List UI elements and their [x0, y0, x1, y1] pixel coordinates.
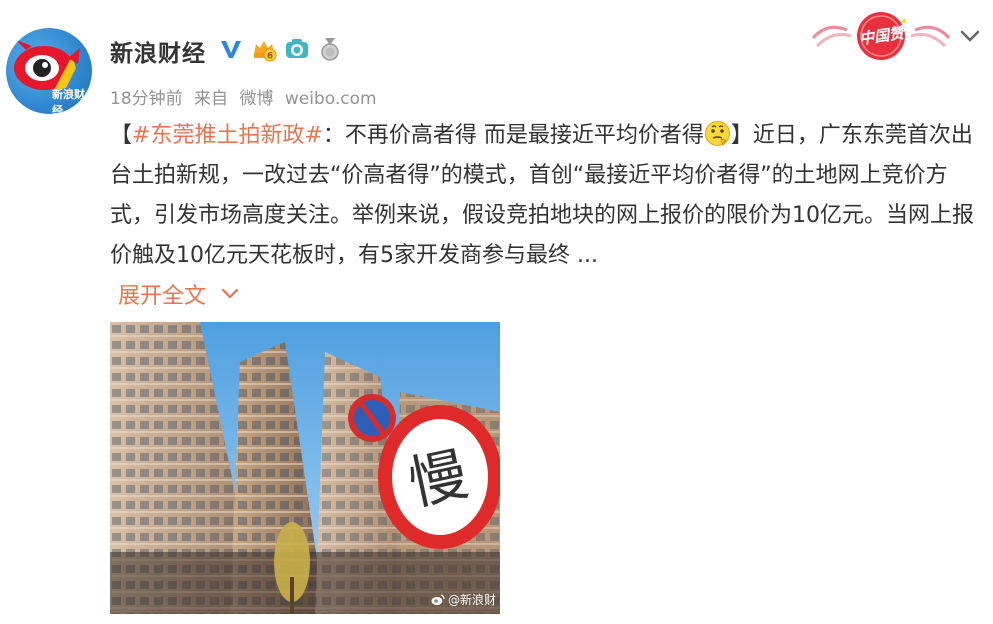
bracket-close: 】	[730, 123, 753, 148]
chevron-down-icon[interactable]	[957, 23, 983, 49]
topic-hashtag-link[interactable]: #东莞推土拍新政#	[132, 123, 323, 148]
weibo-logo-icon	[431, 593, 445, 605]
user-badges: 6	[218, 36, 343, 62]
source-app[interactable]: 微博	[239, 89, 273, 109]
post-time[interactable]: 18分钟前	[110, 89, 183, 109]
post-top-right: 中国赞	[807, 8, 983, 64]
post-content: 【#东莞推土拍新政#：不再价高者得 而是最接近平均价者得 】近日，广东东莞首次出…	[110, 116, 986, 276]
camera-icon[interactable]	[284, 36, 310, 62]
post-headline: ：不再价高者得 而是最接近平均价者得	[322, 123, 704, 148]
medal-icon[interactable]	[317, 36, 343, 62]
campaign-badge[interactable]: 中国赞	[807, 8, 955, 64]
post-image[interactable]: 慢 @新浪财	[110, 322, 500, 614]
thinking-emoji-icon	[704, 121, 730, 146]
svg-text:6: 6	[267, 52, 273, 62]
watermark-text: @新浪财	[447, 593, 496, 607]
username[interactable]: 新浪财经	[110, 34, 206, 68]
verified-v-icon[interactable]	[218, 36, 244, 62]
avatar[interactable]: 新浪财经	[6, 28, 92, 114]
level-6-icon[interactable]: 6	[251, 36, 277, 62]
source-site[interactable]: weibo.com	[285, 89, 377, 109]
expand-chevron-down-icon	[221, 288, 239, 299]
image-watermark: @新浪财	[431, 591, 496, 608]
bracket-open: 【	[110, 123, 133, 148]
avatar-brand-text: 新浪财经	[52, 88, 85, 114]
expand-full-text-link[interactable]: 展开全文	[118, 278, 240, 310]
post-meta: 18分钟前 来自 微博 weibo.com	[110, 84, 383, 109]
expand-label: 展开全文	[118, 284, 207, 309]
source-prefix: 来自	[194, 89, 229, 109]
